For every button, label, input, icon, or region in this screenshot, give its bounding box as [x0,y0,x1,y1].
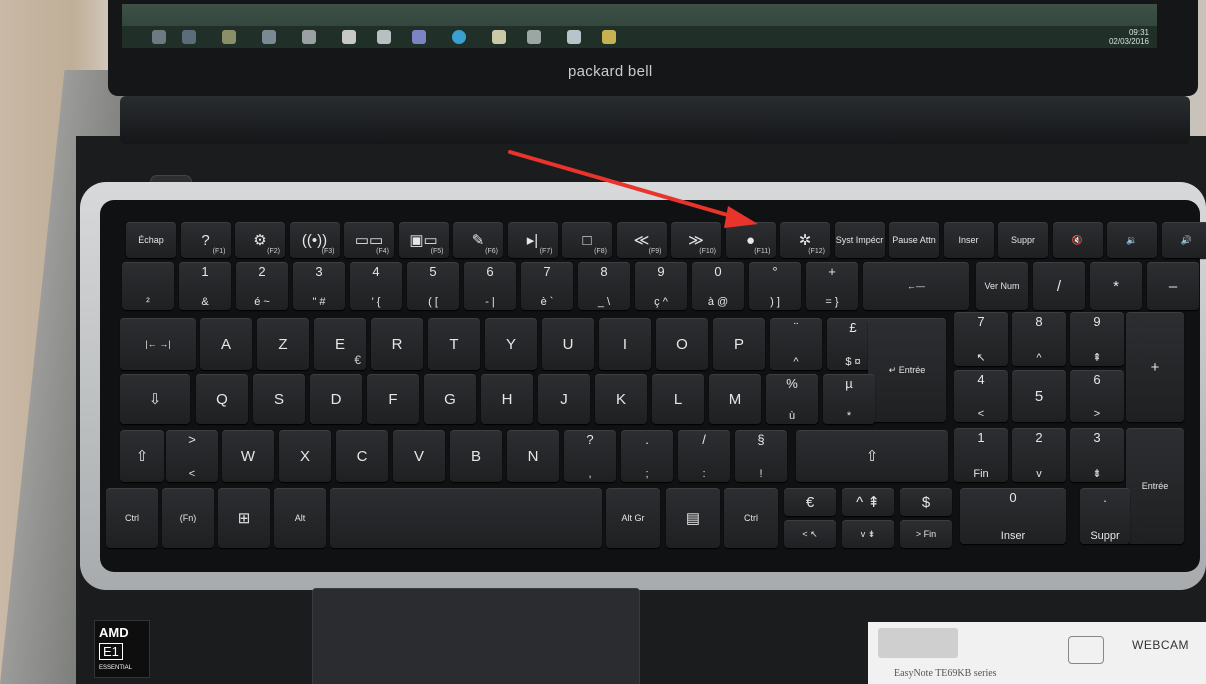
annotation-arrow [508,150,758,228]
photo-scene: 09:31 02/03/2016 packard bell AMD E1 ESS… [0,0,1206,684]
arrow-shaft [508,150,740,220]
arrow-head [724,206,758,228]
